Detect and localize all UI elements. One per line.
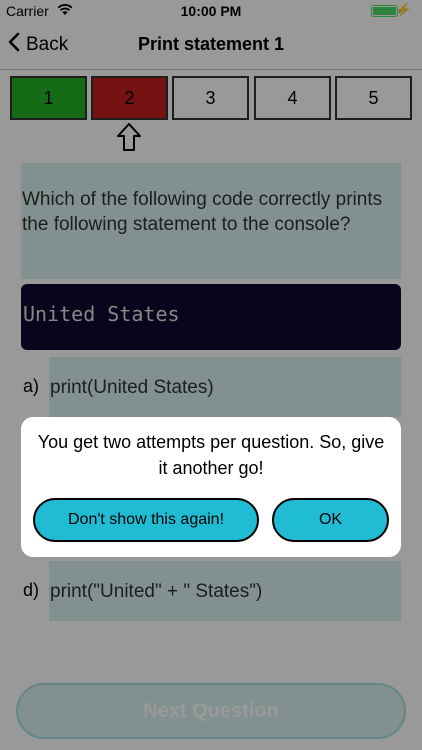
dialog-message: You get two attempts per question. So, g… [37,432,385,478]
modal-backdrop [0,0,422,750]
dont-show-again-button[interactable]: Don't show this again! [33,498,259,542]
attempt-dialog: You get two attempts per question. So, g… [21,417,401,557]
ok-button[interactable]: OK [272,498,389,542]
